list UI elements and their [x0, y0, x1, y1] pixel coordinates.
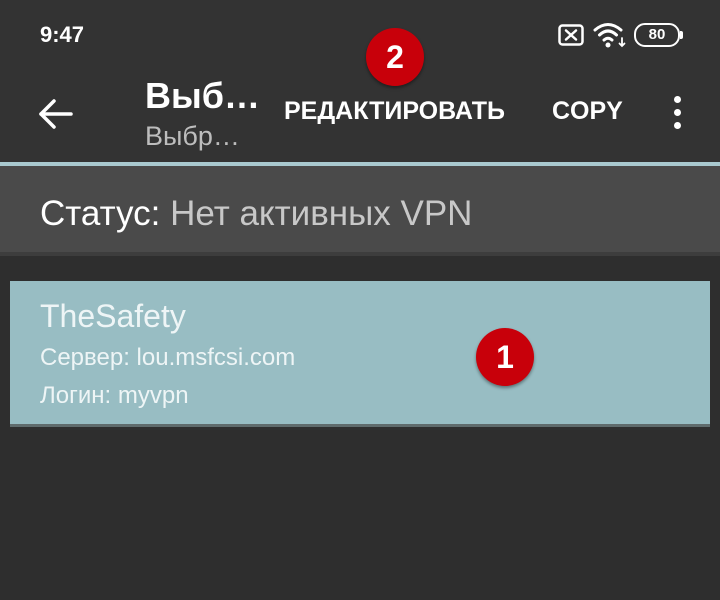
- vpn-profile-selection-screen: 9:47 80 Выб… Выбр… РЕДАКТИРОВАТЬ COPY Ст…: [0, 0, 720, 600]
- sim-off-icon: [558, 24, 584, 46]
- toolbar-subtitle: Выбр…: [145, 121, 240, 151]
- battery-level: 80: [648, 26, 666, 43]
- status-value: Нет активных VPN: [170, 194, 473, 233]
- more-options-button[interactable]: [660, 92, 694, 132]
- more-vertical-icon: [673, 95, 681, 103]
- back-button[interactable]: [30, 88, 82, 140]
- arrow-left-icon: [39, 99, 73, 129]
- vpn-status-text: Статус: Нет активных VPN: [40, 194, 472, 234]
- status-bar: 9:47 80: [0, 0, 720, 70]
- app-toolbar: Выб… Выбр… РЕДАКТИРОВАТЬ COPY: [0, 70, 720, 162]
- profile-name: TheSafety: [40, 298, 186, 334]
- wifi-icon: [593, 23, 626, 48]
- profile-server: Сервер: lou.msfcsi.com: [40, 344, 296, 371]
- status-label: Статус:: [40, 194, 161, 233]
- annotation-badge-2: 2: [366, 28, 424, 86]
- copy-button[interactable]: COPY: [552, 96, 623, 126]
- edit-button[interactable]: РЕДАКТИРОВАТЬ: [284, 96, 505, 126]
- battery-icon: 80: [634, 23, 683, 47]
- vpn-status-header: Статус: Нет активных VPN: [0, 166, 720, 256]
- annotation-badge-1: 1: [476, 328, 534, 386]
- profile-login: Логин: myvpn: [40, 382, 189, 409]
- toolbar-title: Выб…: [145, 75, 260, 116]
- status-time: 9:47: [40, 22, 85, 47]
- vpn-profile-item[interactable]: TheSafety Сервер: lou.msfcsi.com Логин: …: [10, 281, 710, 427]
